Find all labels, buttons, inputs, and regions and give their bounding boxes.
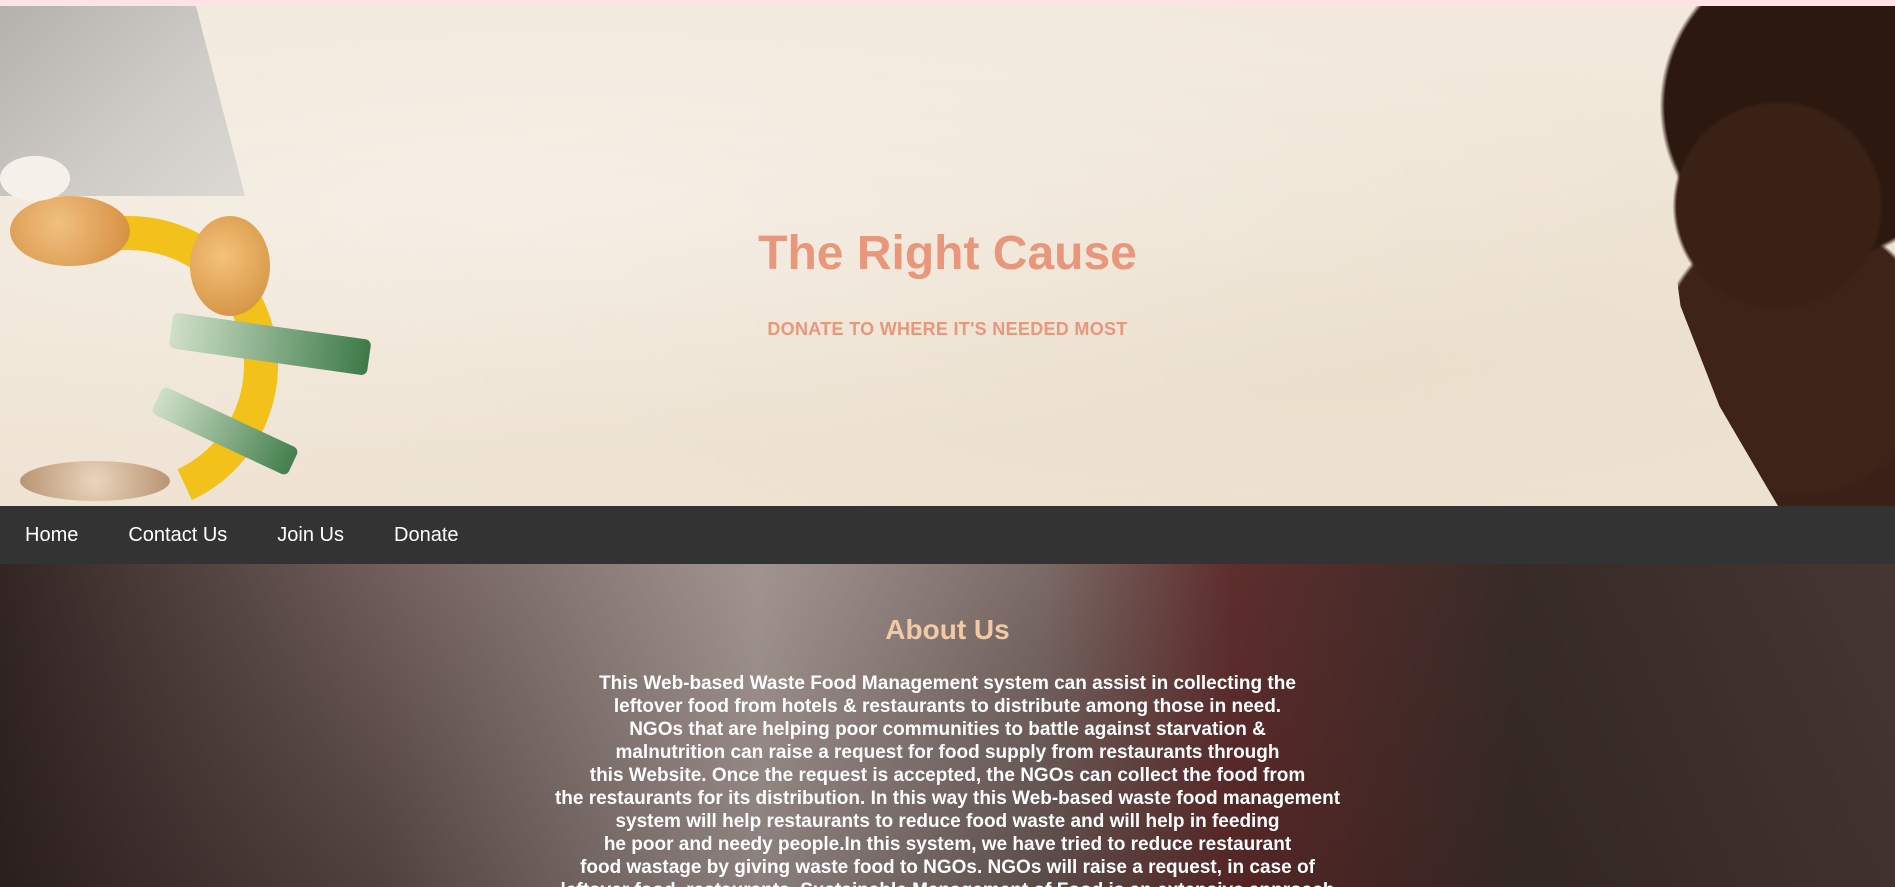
nav-home-link[interactable]: Home (0, 506, 103, 564)
about-description: This Web-based Waste Food Management sys… (0, 672, 1895, 887)
about-line: This Web-based Waste Food Management sys… (599, 673, 1296, 694)
about-section: About Us This Web-based Waste Food Manag… (0, 564, 1895, 887)
about-line: he poor and needy people.In this system,… (603, 834, 1292, 855)
eggshell-decoration (0, 156, 70, 201)
about-line: malnutrition can raise a request for foo… (615, 742, 1280, 763)
nav-contact-us-link[interactable]: Contact Us (103, 506, 252, 564)
potato-peel-decoration (20, 461, 170, 501)
about-heading: About Us (885, 614, 1010, 645)
site-tagline: DONATE TO WHERE IT'S NEEDED MOST (767, 319, 1128, 339)
nav-donate-link[interactable]: Donate (369, 506, 484, 564)
about-line: system will help restaurants to reduce f… (615, 811, 1280, 832)
site-title: The Right Cause (758, 227, 1137, 280)
about-line: this Website. Once the request is accept… (589, 765, 1306, 786)
nav-join-us-link[interactable]: Join Us (252, 506, 369, 564)
hero-banner: The Right Cause DONATE TO WHERE IT'S NEE… (0, 6, 1895, 506)
about-line: leftover food, restaurants. Sustainable … (0, 879, 1895, 887)
about-line: food wastage by giving waste food to NGO… (580, 857, 1315, 878)
about-line: NGOs that are helping poor communities t… (629, 719, 1266, 740)
main-navigation: Home Contact Us Join Us Donate (0, 506, 1895, 564)
about-line: leftover food from hotels & restaurants … (613, 696, 1282, 717)
about-line: the restaurants for its distribution. In… (554, 788, 1341, 809)
